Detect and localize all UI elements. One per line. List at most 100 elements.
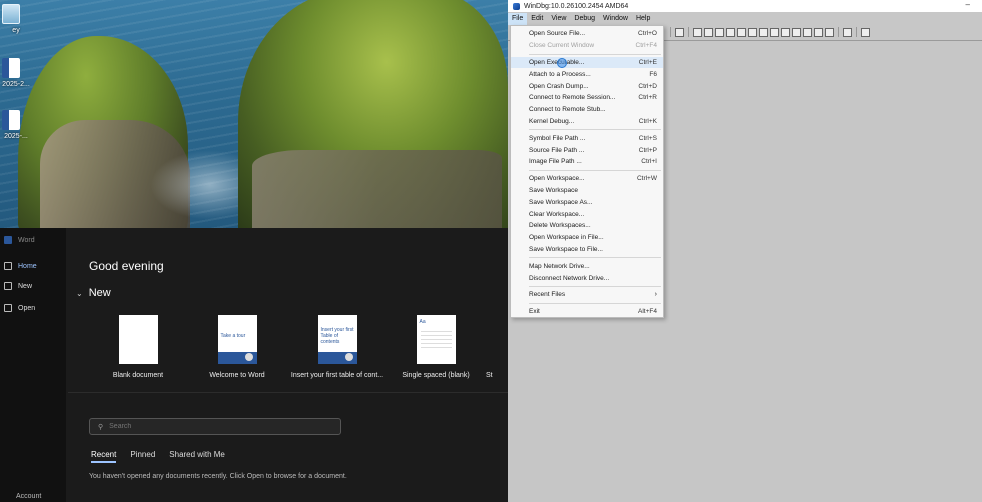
toolbar-button[interactable] xyxy=(803,27,812,37)
menu-item-shortcut: Ctrl+R xyxy=(638,94,657,102)
nav-home[interactable]: Home xyxy=(4,259,62,273)
menu-item-shortcut: Ctrl+O xyxy=(638,30,657,38)
menu-item-label: Open Workspace in File... xyxy=(529,234,604,242)
menu-debug[interactable]: Debug xyxy=(570,13,599,25)
menu-item-shortcut: Ctrl+W xyxy=(636,175,657,183)
menu-item-open-workspace-in-file[interactable]: Open Workspace in File... xyxy=(511,232,663,244)
template-table-of-contents[interactable]: Insert your first Table of contents Inse… xyxy=(287,315,387,379)
word-sidebar: Word Home New Open Account xyxy=(0,228,66,502)
menu-file[interactable]: File xyxy=(508,13,528,25)
menu-item-connect-to-remote-session[interactable]: Connect to Remote Session... Ctrl+R xyxy=(511,92,663,104)
toolbar-button[interactable] xyxy=(792,27,801,37)
menu-item-kernel-debug[interactable]: Kernel Debug... Ctrl+K xyxy=(511,116,663,128)
menu-item-save-workspace-to-file[interactable]: Save Workspace to File... xyxy=(511,244,663,256)
menu-item-close-current-window[interactable]: Close Current Window Ctrl+F4 xyxy=(511,40,663,52)
template-partial[interactable]: St xyxy=(486,315,508,379)
menu-item-connect-to-remote-stub[interactable]: Connect to Remote Stub... xyxy=(511,104,663,116)
menu-item-recent-files[interactable]: Recent Files › xyxy=(511,289,663,301)
tab-recent[interactable]: Recent xyxy=(91,450,117,463)
menu-item-open-source-file[interactable]: Open Source File... Ctrl+O xyxy=(511,28,663,40)
toolbar-button[interactable] xyxy=(759,27,768,37)
arrow-icon xyxy=(344,353,353,361)
menu-item-save-workspace[interactable]: Save Workspace xyxy=(511,185,663,197)
tab-shared-with-me[interactable]: Shared with Me xyxy=(169,450,225,463)
menu-item-open-crash-dump[interactable]: Open Crash Dump... Ctrl+D xyxy=(511,80,663,92)
toolbar-button[interactable] xyxy=(825,27,834,37)
template-blank-document[interactable]: Blank document xyxy=(88,315,188,379)
menu-item-label: Map Network Drive... xyxy=(529,262,590,270)
new-section-toggle[interactable]: ⌄ New xyxy=(76,287,111,299)
search-field[interactable]: ⚲ xyxy=(89,418,341,435)
nav-new[interactable]: New xyxy=(4,279,62,293)
menu-item-open-workspace[interactable]: Open Workspace... Ctrl+W xyxy=(511,173,663,185)
toolbar-button[interactable] xyxy=(715,27,724,37)
toolbar-button[interactable] xyxy=(770,27,779,37)
toolbar-button[interactable] xyxy=(748,27,757,37)
desktop-wallpaper: ey 2025-2... 2025-... xyxy=(0,0,508,228)
menu-window[interactable]: Window xyxy=(599,13,632,25)
menu-item-label: Disconnect Network Drive... xyxy=(529,274,610,282)
toolbar-button[interactable] xyxy=(726,27,735,37)
menu-separator xyxy=(529,53,661,55)
windbg-titlebar[interactable]: WinDbg:10.0.26100.2454 AMD64 xyxy=(508,0,982,12)
menu-item-exit[interactable]: Exit Alt+F4 xyxy=(511,306,663,318)
template-single-spaced[interactable]: Aa Single spaced (blank) xyxy=(386,315,486,379)
chevron-right-icon: › xyxy=(654,291,657,299)
menu-item-label: Close Current Window xyxy=(529,42,595,50)
toolbar-font-button[interactable] xyxy=(843,27,852,37)
menu-item-save-workspace-as[interactable]: Save Workspace As... xyxy=(511,196,663,208)
menu-item-shortcut: Alt+F4 xyxy=(638,308,657,316)
toolbar-button[interactable] xyxy=(704,27,713,37)
word-start-screen: Word Home New Open Account Good evening … xyxy=(0,228,508,502)
minimize-button[interactable]: – xyxy=(966,0,970,9)
menu-item-shortcut: Ctrl+E xyxy=(638,58,657,66)
desktop-icon-word-doc-1[interactable]: 2025-2... xyxy=(0,58,32,88)
empty-recent-message: You haven't opened any documents recentl… xyxy=(89,473,347,480)
toolbar-button[interactable] xyxy=(737,27,746,37)
menu-item-attach-to-a-process[interactable]: Attach to a Process... F6 xyxy=(511,68,663,80)
menu-item-map-network-drive[interactable]: Map Network Drive... xyxy=(511,260,663,272)
desktop-icon-word-doc-2[interactable]: 2025-... xyxy=(0,110,32,140)
template-thumbnail: Take a tour xyxy=(217,315,257,364)
menu-help[interactable]: Help xyxy=(632,13,654,25)
toolbar-button[interactable] xyxy=(693,27,702,37)
template-welcome-to-word[interactable]: Take a tour Welcome to Word xyxy=(187,315,287,379)
menu-item-label: Exit xyxy=(529,308,540,316)
search-icon: ⚲ xyxy=(98,423,104,431)
menu-view[interactable]: View xyxy=(547,13,570,25)
toolbar-button[interactable] xyxy=(781,27,790,37)
nav-open[interactable]: Open xyxy=(4,301,62,315)
document-tabs: Recent Pinned Shared with Me xyxy=(91,450,225,463)
menu-item-delete-workspaces[interactable]: Delete Workspaces... xyxy=(511,220,663,232)
menu-item-label: Source File Path ... xyxy=(529,146,585,154)
menu-item-label: Recent Files xyxy=(529,291,566,299)
toolbar-break-button[interactable] xyxy=(675,27,684,37)
menu-item-label: Symbol File Path ... xyxy=(529,134,586,142)
nav-account[interactable]: Account xyxy=(16,493,41,500)
tab-pinned[interactable]: Pinned xyxy=(130,450,155,463)
new-doc-icon xyxy=(4,282,12,290)
desktop-icon-recycle-bin[interactable]: ey xyxy=(0,4,32,34)
menu-item-shortcut: Ctrl+P xyxy=(638,146,657,154)
menu-separator xyxy=(529,129,661,131)
menu-item-symbol-file-path[interactable]: Symbol File Path ... Ctrl+S xyxy=(511,132,663,144)
menu-edit[interactable]: Edit xyxy=(527,13,547,25)
toolbar-options-button[interactable] xyxy=(861,27,870,37)
toolbar-source-mode-button[interactable] xyxy=(814,27,823,37)
menu-item-label: Open Workspace... xyxy=(529,175,585,183)
template-thumbnail xyxy=(118,315,158,364)
menu-item-source-file-path[interactable]: Source File Path ... Ctrl+P xyxy=(511,144,663,156)
menu-item-label: Attach to a Process... xyxy=(529,70,591,78)
menu-bar: File Edit View Debug Window Help xyxy=(508,13,654,25)
word-logo-icon xyxy=(4,236,12,244)
menu-item-clear-workspace[interactable]: Clear Workspace... xyxy=(511,208,663,220)
menu-item-disconnect-network-drive[interactable]: Disconnect Network Drive... xyxy=(511,272,663,284)
search-input[interactable] xyxy=(109,423,310,430)
menu-item-image-file-path[interactable]: Image File Path ... Ctrl+I xyxy=(511,156,663,168)
chevron-down-icon: ⌄ xyxy=(76,288,83,298)
menu-item-open-executable[interactable]: Open Executable...Ctrl+E xyxy=(511,56,663,69)
menu-item-label: Delete Workspaces... xyxy=(529,222,591,230)
menu-item-shortcut: Ctrl+I xyxy=(641,158,657,166)
greeting-heading: Good evening xyxy=(89,259,164,273)
menu-item-label: Save Workspace to File... xyxy=(529,245,603,253)
